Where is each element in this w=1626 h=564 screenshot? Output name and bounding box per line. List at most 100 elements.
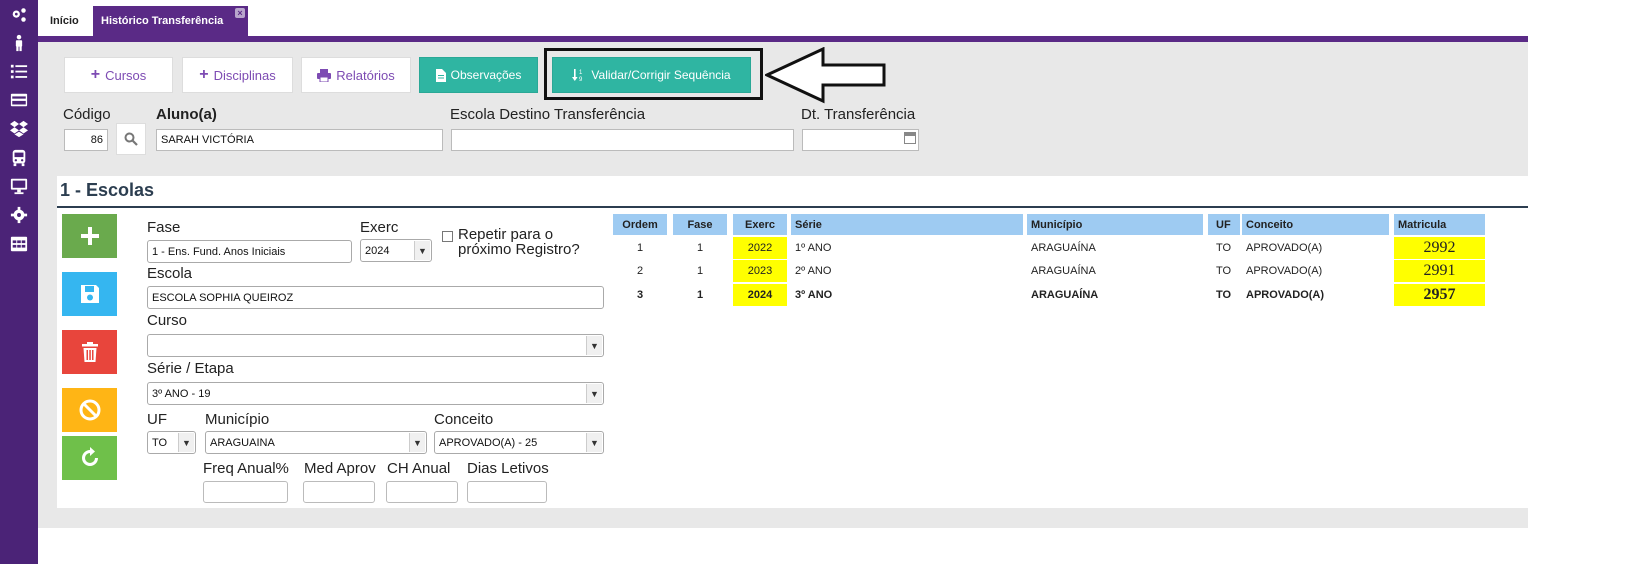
codigo-label: Código	[63, 106, 111, 123]
col-header-fase[interactable]: Fase	[673, 214, 727, 235]
escola-input[interactable]: ESCOLA SOPHIA QUEIROZ	[147, 286, 604, 309]
cell-serie: 1º ANO	[795, 242, 832, 254]
col-header-exerc[interactable]: Exerc	[733, 214, 787, 235]
cell-serie: 3º ANO	[795, 289, 833, 301]
table-icon[interactable]	[0, 233, 38, 255]
municipio-select[interactable]: ARAGUAINA ▼	[205, 431, 427, 454]
save-button[interactable]	[62, 272, 117, 316]
chevron-down-icon: ▼	[409, 433, 425, 452]
col-header-conceito[interactable]: Conceito	[1242, 214, 1389, 235]
chevron-down-icon: ▼	[178, 433, 194, 452]
cell-conceito: APROVADO(A)	[1246, 289, 1325, 301]
list-icon[interactable]	[0, 61, 38, 83]
bus-icon[interactable]	[0, 147, 38, 169]
gear-icon[interactable]	[0, 204, 38, 226]
col-header-serie[interactable]: Série	[791, 214, 1023, 235]
delete-button[interactable]	[62, 330, 117, 374]
dropbox-icon[interactable]	[0, 118, 38, 140]
plus-icon: +	[90, 66, 101, 83]
dias-letivos-label: Dias Letivos	[467, 460, 549, 477]
freq-anual-label: Freq Anual%	[203, 460, 289, 477]
uf-label: UF	[147, 411, 167, 428]
disciplinas-label: Disciplinas	[213, 67, 276, 83]
refresh-button[interactable]	[62, 436, 117, 480]
aluno-input[interactable]: SARAH VICTÓRIA	[156, 129, 443, 151]
cell-municipio: ARAGUAÍNA	[1031, 265, 1096, 277]
col-header-uf[interactable]: UF	[1208, 214, 1240, 235]
dias-letivos-input[interactable]	[467, 481, 547, 503]
close-icon[interactable]: ×	[235, 8, 245, 18]
dt-transferencia-input[interactable]	[802, 129, 919, 151]
chevron-down-icon: ▼	[414, 241, 430, 260]
ban-icon	[79, 399, 100, 421]
cell-serie: 2º ANO	[795, 265, 832, 277]
trash-icon	[81, 342, 98, 362]
search-icon	[124, 132, 138, 146]
disciplinas-button[interactable]: + Disciplinas	[182, 57, 293, 93]
floppy-icon	[80, 285, 99, 303]
card-icon[interactable]	[0, 89, 38, 111]
section-title: 1 - Escolas	[60, 180, 155, 200]
escola-destino-input[interactable]	[451, 129, 794, 151]
chevron-down-icon: ▼	[586, 433, 602, 452]
fase-value: 1 - Ens. Fund. Anos Iniciais	[152, 245, 286, 258]
monitor-icon[interactable]	[0, 175, 38, 197]
cell-ordem: 3	[636, 289, 644, 301]
chevron-down-icon: ▼	[586, 336, 602, 355]
observacoes-label: Observações	[450, 68, 522, 82]
calendar-icon[interactable]	[904, 132, 916, 144]
serie-label: Série / Etapa	[147, 360, 234, 377]
cell-uf: TO	[1216, 289, 1232, 301]
uf-select[interactable]: TO ▼	[147, 431, 196, 454]
fase-label: Fase	[147, 219, 181, 236]
col-header-ordem[interactable]: Ordem	[613, 214, 667, 235]
ch-anual-input[interactable]	[386, 481, 458, 503]
escola-value: ESCOLA SOPHIA QUEIROZ	[152, 291, 294, 304]
repetir-label-line1: Repetir para o	[458, 226, 554, 243]
cell-uf: TO	[1216, 242, 1232, 254]
ch-anual-label: CH Anual	[387, 460, 451, 477]
repetir-checkbox[interactable]	[442, 231, 453, 242]
aluno-label: Aluno(a)	[156, 106, 217, 123]
add-button[interactable]	[62, 214, 117, 258]
col-header-matricula[interactable]: Matricula	[1394, 214, 1485, 235]
person-icon[interactable]	[0, 32, 38, 54]
cell-exerc: 2024	[733, 284, 787, 306]
cancel-button[interactable]	[62, 388, 117, 432]
codigo-input[interactable]: 86	[64, 129, 108, 151]
curso-label: Curso	[147, 312, 188, 329]
cell-uf: TO	[1216, 265, 1232, 277]
cell-matricula: 2991	[1394, 260, 1485, 282]
serie-value: 3º ANO - 19	[152, 387, 211, 400]
fase-select[interactable]: 1 - Ens. Fund. Anos Iniciais	[147, 240, 352, 263]
med-aprov-input[interactable]	[303, 481, 375, 503]
col-header-municipio[interactable]: Município	[1027, 214, 1203, 235]
cell-fase: 1	[696, 289, 704, 301]
serie-select[interactable]: 3º ANO - 19 ▼	[147, 382, 604, 405]
cursos-button[interactable]: + Cursos	[64, 57, 173, 93]
tab-bar: Início Histórico Transferência ×	[38, 0, 1528, 36]
tab-inicio[interactable]: Início	[38, 6, 91, 36]
cursos-label: Cursos	[105, 67, 147, 83]
tab-label: Histórico Transferência	[101, 15, 224, 27]
exerc-select[interactable]: 2024 ▼	[360, 239, 432, 262]
observacoes-button[interactable]: Observações	[419, 57, 538, 93]
repetir-label: Repetir para o próximo Registro?	[458, 227, 580, 257]
conceito-label: Conceito	[434, 411, 494, 428]
conceito-select[interactable]: APROVADO(A) - 25 ▼	[434, 431, 604, 454]
chevron-down-icon: ▼	[586, 384, 602, 403]
tab-historico-transferencia[interactable]: Histórico Transferência ×	[93, 6, 248, 36]
curso-select[interactable]: ▼	[147, 334, 604, 357]
document-icon	[435, 68, 446, 82]
left-gutter	[38, 176, 57, 508]
refresh-icon	[81, 447, 98, 466]
gears-icon[interactable]	[0, 4, 38, 26]
header-panel: + Cursos + Disciplinas Relatórios Observ…	[38, 42, 1528, 176]
freq-anual-input[interactable]	[203, 481, 288, 503]
relatorios-button[interactable]: Relatórios	[301, 57, 411, 93]
cell-ordem: 1	[636, 242, 644, 254]
sidebar	[0, 0, 38, 564]
exerc-label: Exerc	[360, 219, 399, 236]
arrow-pointer-icon	[765, 47, 886, 104]
search-button[interactable]	[116, 123, 146, 155]
